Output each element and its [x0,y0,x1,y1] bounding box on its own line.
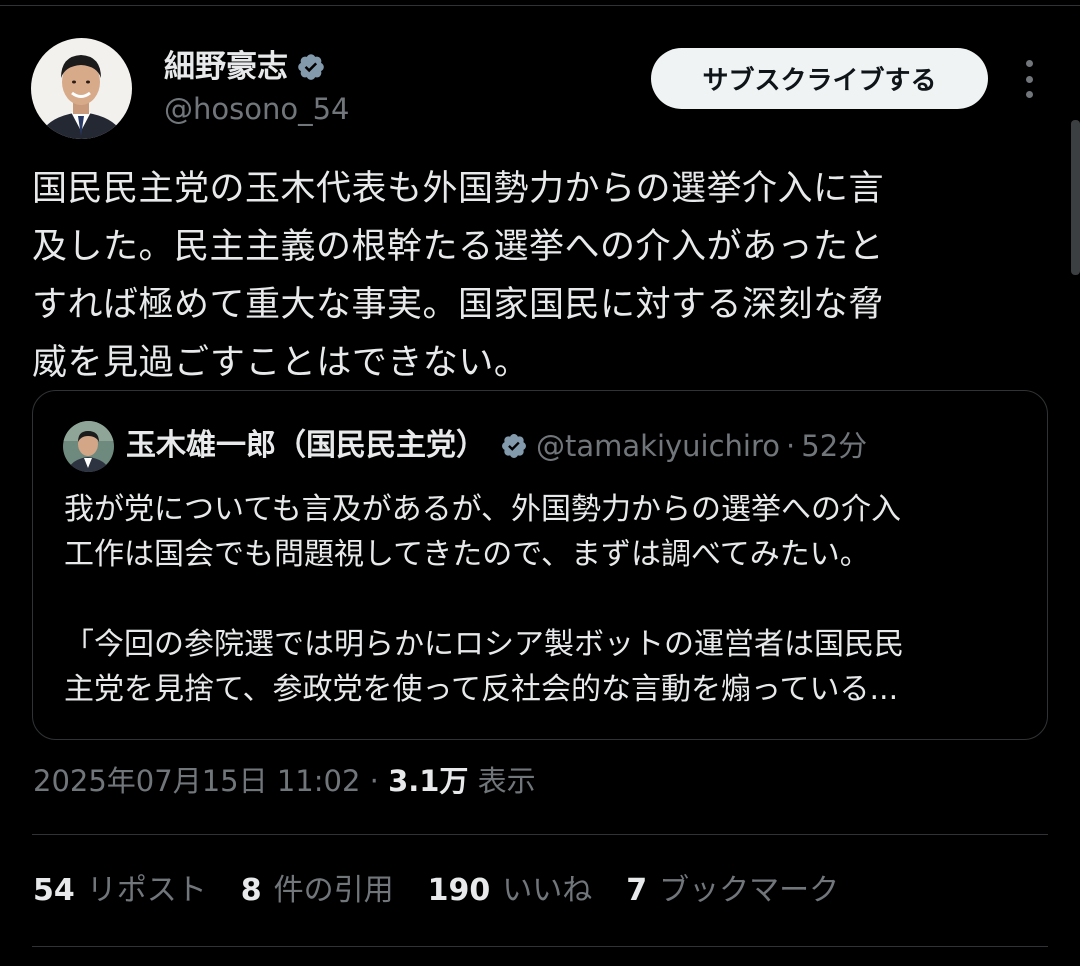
tweet-datetime[interactable]: 2025年07月15日 11:02 [33,764,360,798]
subscribe-button[interactable]: サブスクライブする [651,48,988,109]
more-dot [1025,75,1033,83]
author-name-row[interactable]: 細野豪志 [164,48,326,86]
view-label: 表示 [468,764,536,798]
quote-count: 8 [240,873,262,908]
repost-count: 54 [33,873,75,908]
view-count[interactable]: 3.1万 [388,764,468,798]
quote-author-handle[interactable]: @tamakiyuichiro [536,425,780,467]
more-dot [1025,91,1033,98]
more-options-icon[interactable] [1014,60,1044,98]
quote-verified-badge-icon [500,432,528,460]
divider [32,834,1048,835]
divider [32,946,1048,947]
top-divider [0,5,1080,6]
more-dot [1025,60,1033,67]
quote-separator: · [786,429,796,463]
quote-text: 我が党についても言及があるが、外国勢力からの選挙への介入 工作は国会でも問題視し… [64,492,904,707]
author-name[interactable]: 細野豪志 [164,48,288,86]
like-label: いいね [502,873,593,908]
tweet-text: 国民民主党の玉木代表も外国勢力からの選挙介入に言 及した。民主主義の根幹たる選挙… [32,169,885,383]
engagement-stats: 54 リポスト 8 件の引用 190 いいね 7 ブックマーク [33,870,873,912]
quote-header: 玉木雄一郎（国民民主党） @tamakiyuichiro · 52分 [126,425,867,467]
meta-separator: · [360,764,389,798]
quote-author-avatar[interactable] [63,421,114,472]
quote-author-name[interactable]: 玉木雄一郎（国民民主党） [126,425,486,467]
like-stat[interactable]: 190 いいね [428,870,593,912]
author-avatar[interactable] [31,38,132,139]
bookmark-stat[interactable]: 7 ブックマーク [626,870,839,912]
quote-label: 件の引用 [273,873,394,908]
like-count: 190 [427,873,491,908]
quoted-tweet-card[interactable]: 玉木雄一郎（国民民主党） @tamakiyuichiro · 52分 我が党につ… [32,390,1048,740]
verified-badge-icon[interactable] [296,52,326,82]
bookmark-label: ブックマーク [659,873,840,908]
tweet-meta: 2025年07月15日 11:02 · 3.1万 表示 [33,760,536,802]
repost-stat[interactable]: 54 リポスト [33,870,207,912]
author-handle[interactable]: @hosono_54 [164,91,350,127]
quote-timestamp[interactable]: 52分 [801,425,867,467]
scrollbar[interactable] [1071,120,1080,275]
repost-label: リポスト [86,873,207,908]
bookmark-count: 7 [626,873,648,908]
quote-stat[interactable]: 8 件の引用 [241,870,394,912]
